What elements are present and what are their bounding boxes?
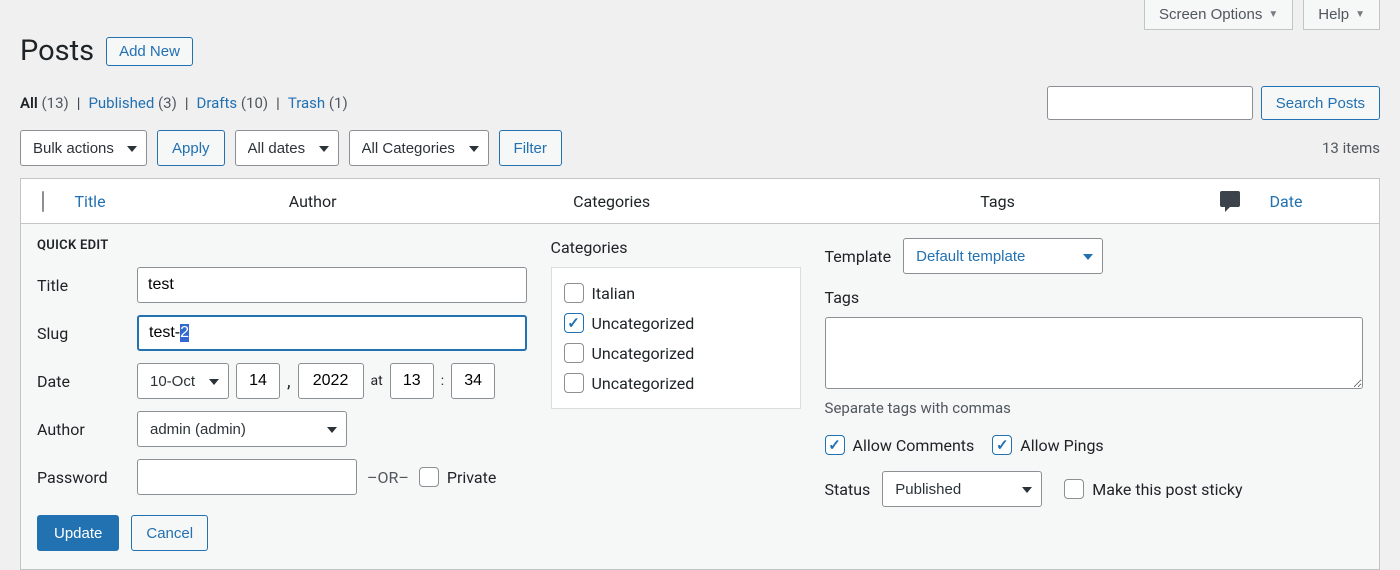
column-date[interactable]: Date (1260, 179, 1380, 224)
screen-options-label: Screen Options (1159, 6, 1262, 23)
column-title[interactable]: Title (65, 179, 279, 224)
search-button[interactable]: Search Posts (1261, 86, 1380, 120)
month-select[interactable]: 10-Oct (137, 363, 229, 399)
column-author: Author (279, 179, 563, 224)
category-checkbox[interactable] (564, 373, 584, 393)
category-item: Uncategorized (564, 368, 788, 398)
categories-label: Categories (551, 238, 801, 257)
search-input[interactable] (1047, 86, 1253, 120)
year-input[interactable] (298, 363, 364, 399)
slug-label: Slug (37, 324, 137, 343)
status-all[interactable]: All (13) (20, 94, 69, 112)
allow-pings-checkbox[interactable] (992, 435, 1012, 455)
tags-input[interactable] (825, 317, 1363, 389)
tags-hint: Separate tags with commas (825, 399, 1363, 417)
column-tags: Tags (970, 179, 1199, 224)
categories-box: Italian Uncategorized Uncategorized (551, 267, 801, 409)
help-label: Help (1318, 6, 1349, 23)
items-count: 13 items (1322, 139, 1380, 157)
chevron-down-icon: ▼ (1355, 9, 1365, 20)
filter-button[interactable]: Filter (499, 130, 562, 166)
category-item: Uncategorized (564, 338, 788, 368)
password-input[interactable] (137, 459, 357, 495)
help-button[interactable]: Help ▼ (1303, 0, 1380, 30)
template-select[interactable]: Default template (903, 238, 1103, 274)
quick-edit-legend: QUICK EDIT (37, 238, 527, 253)
column-categories: Categories (563, 179, 970, 224)
status-trash[interactable]: Trash (1) (288, 94, 348, 112)
bulk-actions-select[interactable]: Bulk actions (20, 130, 147, 166)
cancel-button[interactable]: Cancel (131, 515, 208, 551)
author-label: Author (37, 420, 137, 439)
date-filter-select[interactable]: All dates (235, 130, 339, 166)
status-published[interactable]: Published (3) (88, 94, 176, 112)
private-label: Private (447, 468, 496, 487)
category-item: Uncategorized (564, 308, 788, 338)
update-button[interactable]: Update (37, 515, 119, 551)
page-title: Posts (20, 34, 94, 68)
comment-icon[interactable] (1220, 191, 1240, 207)
date-label: Date (37, 372, 137, 391)
add-new-button[interactable]: Add New (106, 37, 193, 66)
day-input[interactable] (236, 363, 280, 399)
sticky-checkbox[interactable] (1064, 479, 1084, 499)
status-drafts[interactable]: Drafts (10) (197, 94, 269, 112)
category-item: Italian (564, 278, 788, 308)
category-checkbox[interactable] (564, 343, 584, 363)
screen-options-button[interactable]: Screen Options ▼ (1144, 0, 1293, 30)
category-filter-select[interactable]: All Categories (349, 130, 489, 166)
tags-label: Tags (825, 288, 1363, 307)
password-label: Password (37, 468, 137, 487)
title-label: Title (37, 276, 137, 295)
status-label: Status (825, 480, 871, 499)
slug-input[interactable] (137, 315, 527, 351)
author-select[interactable]: admin (admin) (137, 411, 347, 447)
chevron-down-icon: ▼ (1268, 9, 1278, 20)
title-input[interactable] (137, 267, 527, 303)
status-select[interactable]: Published (882, 471, 1042, 507)
private-checkbox[interactable] (419, 467, 439, 487)
minute-input[interactable] (451, 363, 495, 399)
allow-comments-checkbox[interactable] (825, 435, 845, 455)
apply-button[interactable]: Apply (157, 130, 225, 166)
hour-input[interactable] (390, 363, 434, 399)
select-all-checkbox[interactable] (42, 191, 44, 212)
category-checkbox[interactable] (564, 313, 584, 333)
template-label: Template (825, 247, 892, 266)
category-checkbox[interactable] (564, 283, 584, 303)
